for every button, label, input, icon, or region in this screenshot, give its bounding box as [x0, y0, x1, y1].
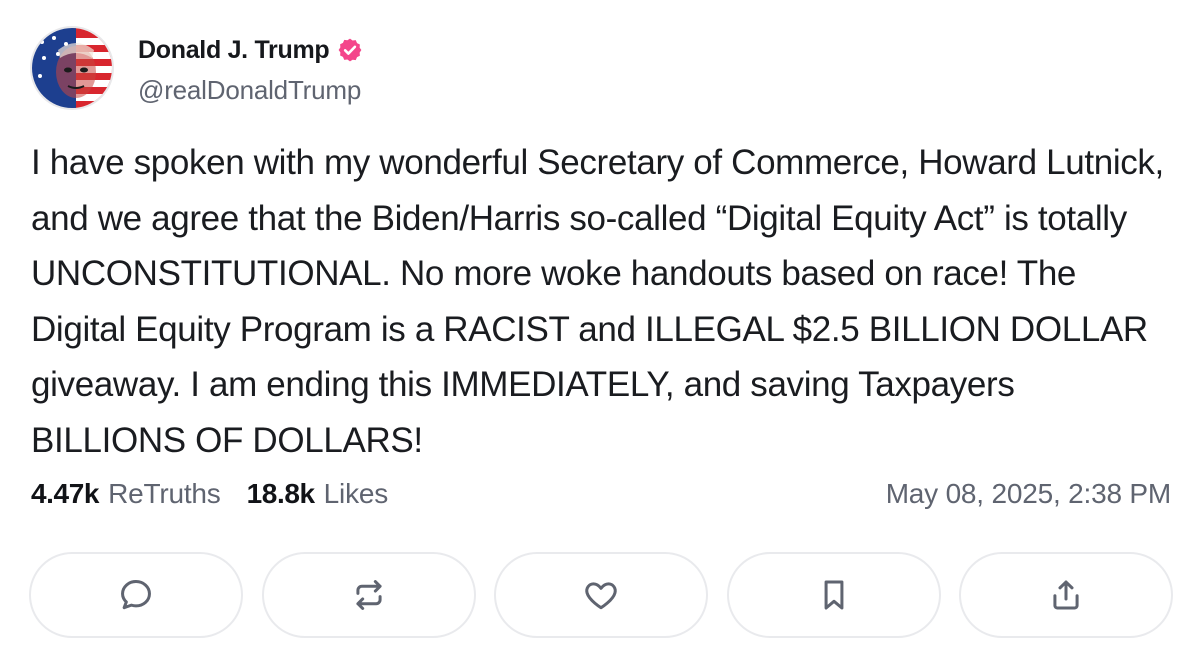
reply-button[interactable] — [29, 552, 243, 638]
avatar-image — [32, 28, 112, 108]
retruth-icon — [355, 580, 382, 610]
likes-count: 18.8k — [246, 478, 315, 509]
author-handle[interactable]: @realDonaldTrump — [138, 75, 363, 106]
verified-badge-icon — [338, 38, 362, 62]
share-icon — [1053, 580, 1079, 610]
post-timestamp: May 08, 2025, 2:38 PM — [885, 478, 1172, 509]
action-bar — [29, 552, 1173, 638]
post-stats: 4.47k ReTruths 18.8k Likes May 08, 2025, 2… — [31, 478, 1171, 510]
heart-icon — [585, 582, 617, 610]
likes-stat[interactable]: 18.8k Likes — [246, 478, 389, 510]
author-display-name[interactable]: Donald J. Trump — [138, 36, 330, 65]
post-header: Donald J. Trump @realDonaldTrump — [30, 26, 363, 110]
share-button[interactable] — [959, 552, 1173, 638]
bookmark-button[interactable] — [726, 552, 941, 638]
post-text: I have spoken with my wonderful Secretar… — [31, 143, 1164, 460]
like-button[interactable] — [494, 552, 708, 638]
name-row: Donald J. Trump — [138, 30, 363, 70]
truth-post: Donald J. Trump @realDonaldTrump I have … — [0, 0, 1200, 653]
retruths-label: ReTruths — [108, 478, 221, 509]
avatar[interactable] — [30, 26, 114, 110]
retruth-button[interactable] — [261, 552, 476, 638]
likes-label: Likes — [323, 478, 389, 509]
bookmark-icon — [824, 580, 843, 610]
comment-icon — [121, 580, 151, 610]
retruths-stat[interactable]: 4.47k ReTruths — [31, 478, 221, 510]
retruths-count: 4.47k — [31, 478, 100, 509]
author-info: Donald J. Trump @realDonaldTrump — [138, 30, 363, 106]
